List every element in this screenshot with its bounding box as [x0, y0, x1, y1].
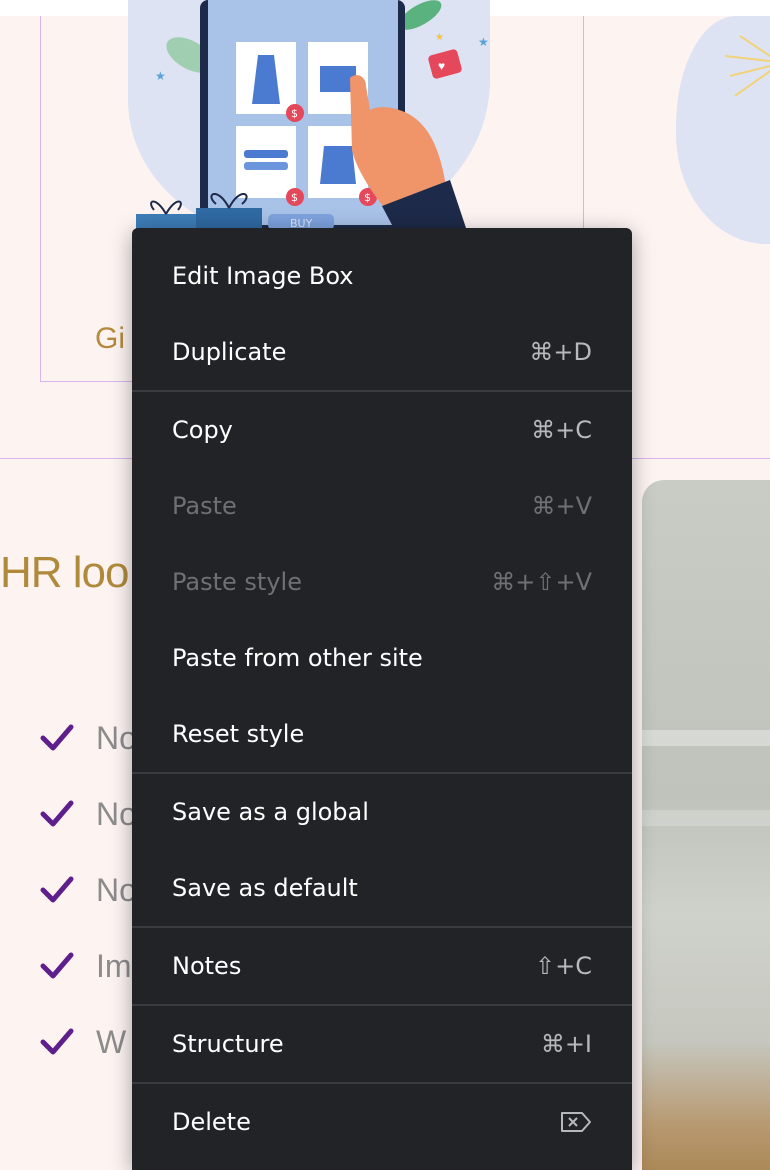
- menu-item-save-as-global[interactable]: Save as a global: [132, 774, 632, 850]
- checklist-item: Im: [40, 946, 132, 986]
- menu-item-reset-style[interactable]: Reset style: [132, 696, 632, 772]
- menu-item-label: Paste style: [172, 568, 302, 596]
- checkmark-icon: [40, 724, 74, 751]
- menu-item-notes[interactable]: Notes ⇧+C: [132, 928, 632, 1004]
- menu-item-paste: Paste ⌘+V: [132, 468, 632, 544]
- menu-item-label: Notes: [172, 952, 242, 980]
- checklist-text: No: [96, 871, 137, 908]
- checkmark-icon: [40, 952, 74, 979]
- office-photo: [642, 480, 770, 1170]
- menu-item-shortcut: ⌘+⇧+V: [491, 568, 592, 596]
- menu-item-edit-image-box[interactable]: Edit Image Box: [132, 238, 632, 314]
- checkmark-icon: [40, 876, 74, 903]
- menu-item-label: Save as default: [172, 874, 358, 902]
- checklist-item: W: [40, 1022, 126, 1062]
- context-menu: Edit Image Box Duplicate ⌘+D Copy ⌘+C Pa…: [132, 228, 632, 1170]
- checklist-text: No: [96, 795, 137, 832]
- checklist-item: No: [40, 718, 137, 758]
- menu-item-label: Delete: [172, 1108, 251, 1136]
- menu-item-shortcut: ⌘+I: [540, 1030, 592, 1058]
- menu-item-label: Save as a global: [172, 798, 369, 826]
- checklist-item: No: [40, 794, 137, 834]
- image-box-title: Gi: [95, 322, 125, 355]
- menu-item-shortcut: ⌘+C: [531, 416, 592, 444]
- menu-item-delete[interactable]: Delete: [132, 1084, 632, 1160]
- menu-item-shortcut: ⌘+D: [529, 338, 592, 366]
- checkmark-icon: [40, 800, 74, 827]
- menu-item-label: Duplicate: [172, 338, 287, 366]
- menu-item-shortcut: ⌘+V: [531, 492, 592, 520]
- checklist-item: No: [40, 870, 137, 910]
- section-heading: HR loo: [0, 548, 129, 597]
- checklist-text: No: [96, 719, 137, 756]
- menu-item-label: Paste: [172, 492, 237, 520]
- menu-item-label: Paste from other site: [172, 644, 423, 672]
- checklist-text: W: [96, 1023, 127, 1060]
- menu-item-copy[interactable]: Copy ⌘+C: [132, 392, 632, 468]
- menu-item-label: Edit Image Box: [172, 262, 354, 290]
- menu-item-structure[interactable]: Structure ⌘+I: [132, 1006, 632, 1082]
- menu-item-duplicate[interactable]: Duplicate ⌘+D: [132, 314, 632, 390]
- menu-item-save-as-default[interactable]: Save as default: [132, 850, 632, 926]
- menu-item-paste-from-other-site[interactable]: Paste from other site: [132, 620, 632, 696]
- menu-item-label: Structure: [172, 1030, 284, 1058]
- menu-item-shortcut: ⇧+C: [535, 952, 592, 980]
- delete-key-icon: [561, 1112, 591, 1132]
- menu-item-label: Copy: [172, 416, 233, 444]
- checklist-text: Im: [96, 947, 132, 984]
- menu-item-label: Reset style: [172, 720, 305, 748]
- checkmark-icon: [40, 1028, 74, 1055]
- menu-item-paste-style: Paste style ⌘+⇧+V: [132, 544, 632, 620]
- sun-rays-icon: [724, 35, 770, 97]
